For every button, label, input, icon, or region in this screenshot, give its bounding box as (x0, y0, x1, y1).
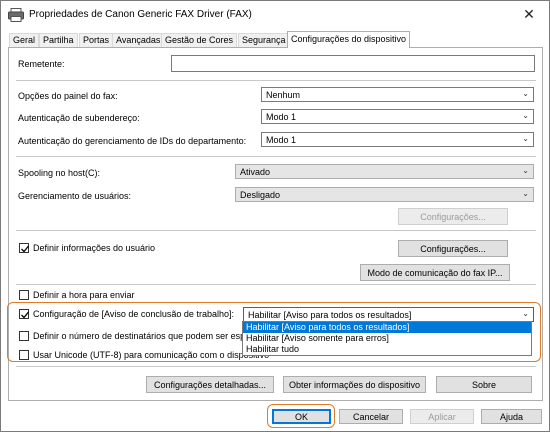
tab-partilha[interactable]: Partilha (39, 33, 78, 47)
chevron-down-icon: ⌄ (522, 111, 529, 120)
spooling-label: Spooling no host(C): (18, 168, 101, 178)
subenderecos-value: Modo 1 (266, 112, 297, 122)
ok-button[interactable]: OK (272, 409, 331, 424)
configuracoes-button[interactable]: Configurações... (398, 240, 508, 257)
printer-icon (8, 8, 24, 22)
chevron-down-icon: ⌄ (522, 134, 529, 143)
divider (16, 230, 536, 231)
aviso-dropdown-list: Habilitar [Aviso para todos os resultado… (242, 321, 532, 356)
remetente-input[interactable] (171, 55, 535, 72)
obter-info-button[interactable]: Obter informações do dispositivo (283, 376, 426, 393)
modo-comunicacao-button[interactable]: Modo de comunicação do fax IP... (360, 264, 510, 281)
tab-seguranca[interactable]: Segurança (238, 33, 290, 47)
definir-info-label: Definir informações do usuário (33, 243, 156, 253)
tab-gestao-cores[interactable]: Gestão de Cores (161, 33, 238, 47)
properties-window: Propriedades de Canon Generic FAX Driver… (0, 0, 550, 432)
gerenc-usuarios-label: Gerenciamento de usuários: (18, 191, 132, 201)
apply-button[interactable]: Aplicar (410, 409, 474, 424)
gerenc-ids-value: Modo 1 (266, 135, 297, 145)
chevron-down-icon: ⌄ (522, 309, 529, 318)
divider (16, 156, 536, 157)
aviso-option[interactable]: Habilitar tudo (243, 344, 531, 355)
definir-info-checkbox[interactable] (19, 243, 30, 253)
num-destinatarios-checkbox[interactable] (19, 331, 29, 341)
num-destinatarios-label: Definir o número de destinatários que po… (33, 331, 255, 341)
config-detalhadas-button[interactable]: Configurações detalhadas... (146, 376, 274, 393)
help-button[interactable]: Ajuda (481, 409, 542, 424)
configuracoes-button-disabled[interactable]: Configurações... (398, 208, 508, 225)
cancel-button[interactable]: Cancelar (339, 409, 403, 424)
definir-hora-label: Definir a hora para enviar (33, 290, 135, 300)
opcoes-painel-value: Nenhum (266, 90, 301, 100)
checkmark-icon (21, 245, 30, 253)
spooling-select[interactable]: Ativado ⌄ (235, 164, 534, 179)
chevron-down-icon: ⌄ (522, 166, 529, 175)
tab-geral[interactable]: Geral (9, 33, 40, 47)
aviso-value: Habilitar [Aviso para todos os resultado… (248, 310, 412, 320)
divider (16, 366, 536, 367)
title-bar: Propriedades de Canon Generic FAX Driver… (1, 1, 549, 29)
checkmark-icon (21, 311, 30, 319)
tab-avancadas[interactable]: Avançadas (112, 33, 165, 47)
definir-hora-checkbox[interactable] (19, 290, 29, 300)
tab-configuracoes-dispositivo[interactable]: Configurações do dispositivo (287, 31, 411, 48)
aviso-option[interactable]: Habilitar [Aviso para todos os resultado… (243, 322, 531, 333)
spooling-value: Ativado (240, 167, 271, 177)
sobre-button[interactable]: Sobre (436, 376, 532, 393)
subenderecos-select[interactable]: Modo 1 ⌄ (261, 109, 534, 124)
unicode-checkbox[interactable] (19, 350, 29, 360)
tab-portas[interactable]: Portas (79, 33, 114, 47)
aviso-option[interactable]: Habilitar [Aviso somente para erros] (243, 333, 531, 344)
aviso-select[interactable]: Habilitar [Aviso para todos os resultado… (243, 307, 534, 322)
divider (16, 80, 536, 81)
opcoes-painel-select[interactable]: Nenhum ⌄ (261, 87, 534, 102)
aviso-checkbox[interactable] (19, 309, 30, 319)
opcoes-painel-label: Opções do painel do fax: (18, 91, 118, 101)
gerenc-ids-label: Autenticação do gerenciamento de IDs do … (18, 136, 247, 146)
window-title: Propriedades de Canon Generic FAX Driver… (29, 9, 252, 20)
gerenc-ids-select[interactable]: Modo 1 ⌄ (261, 132, 534, 147)
gerenc-usuarios-value: Desligado (240, 190, 281, 200)
close-icon[interactable]: ✕ (509, 1, 549, 27)
divider (16, 284, 536, 285)
subenderecos-label: Autenticação de subendereço: (18, 113, 140, 123)
remetente-label: Remetente: (18, 59, 65, 69)
aviso-label: Configuração de [Aviso de conclusão de t… (33, 309, 234, 319)
gerenc-usuarios-select[interactable]: Desligado ⌄ (235, 187, 534, 202)
chevron-down-icon: ⌄ (522, 89, 529, 98)
unicode-label: Usar Unicode (UTF-8) para comunicação co… (33, 350, 270, 360)
chevron-down-icon: ⌄ (522, 189, 529, 198)
